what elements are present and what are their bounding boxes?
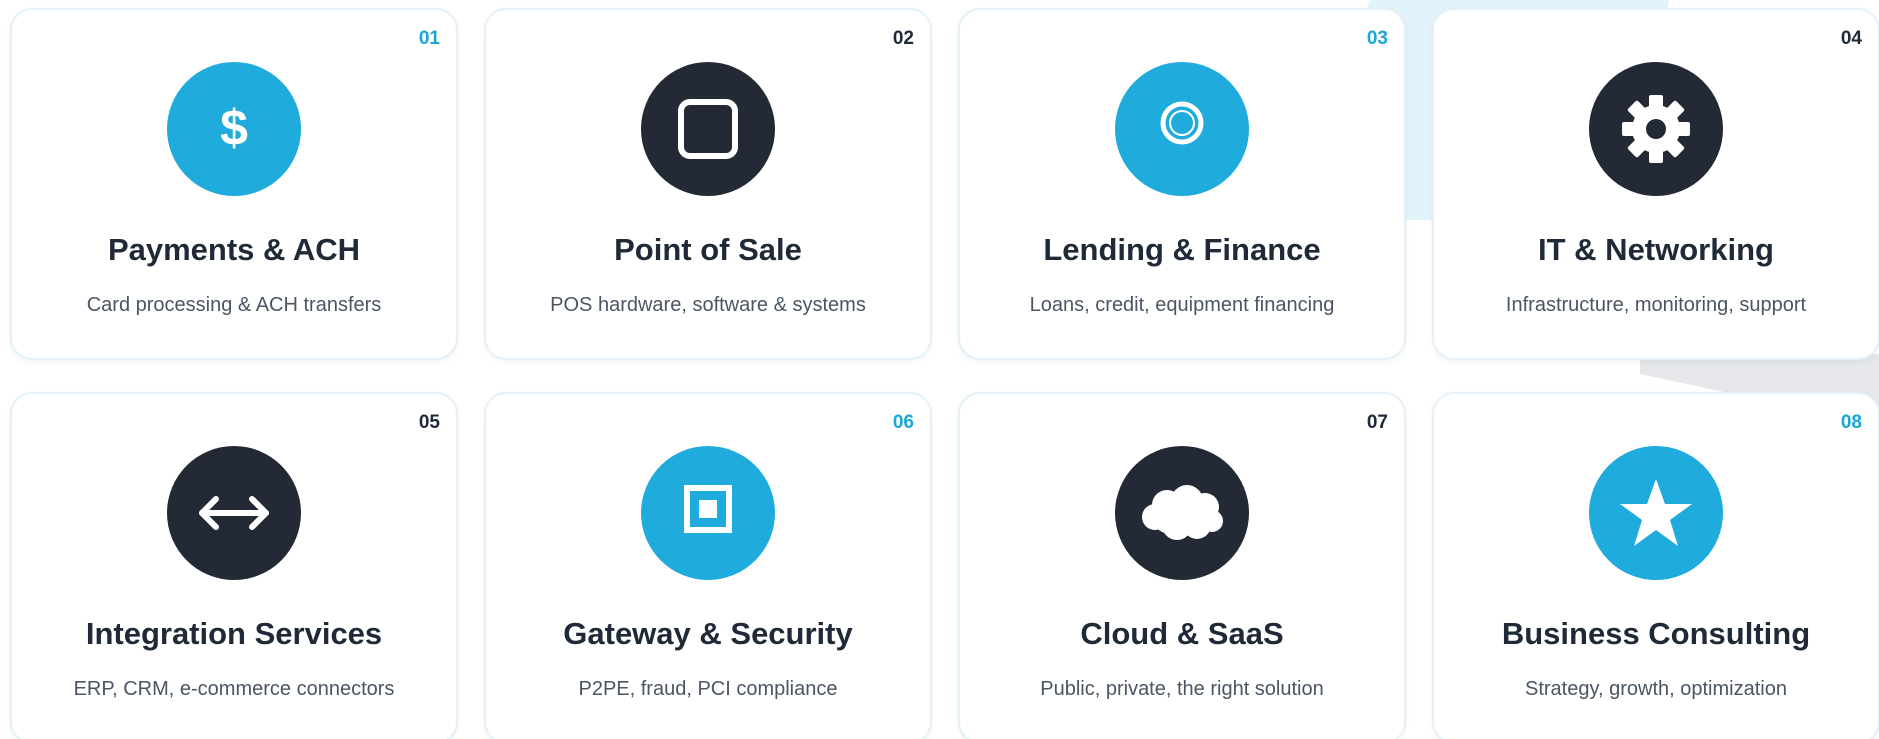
card-title: Cloud & SaaS (1080, 616, 1284, 651)
service-card-business-consulting[interactable]: 08 Business Consulting Strategy, growth,… (1432, 392, 1879, 739)
card-description: Strategy, growth, optimization (1525, 678, 1787, 700)
cloud-icon (1115, 446, 1249, 580)
service-card-gateway-security[interactable]: 06 Gateway & Security P2PE, fraud, PCI c… (484, 392, 932, 739)
card-title: Lending & Finance (1043, 232, 1321, 267)
card-number: 04 (1840, 28, 1862, 49)
service-card-integration[interactable]: 05 Integration Services ERP, CRM, e-comm… (10, 392, 458, 739)
card-number: 06 (892, 412, 914, 433)
service-card-cloud-saas[interactable]: 07 Cloud & SaaS Public, private, the rig… (958, 392, 1406, 739)
svg-text:$: $ (220, 100, 248, 156)
square-icon (641, 62, 775, 196)
card-number: 01 (418, 28, 440, 49)
card-description: POS hardware, software & systems (550, 294, 866, 316)
dollar-icon: $ (167, 62, 301, 196)
card-number: 07 (1366, 412, 1388, 433)
card-description: Public, private, the right solution (1040, 678, 1324, 700)
card-title: Integration Services (85, 616, 383, 651)
services-section: 01 $ Payments & ACH Card processing & AC… (0, 0, 1879, 739)
card-number: 08 (1840, 412, 1862, 433)
card-description: ERP, CRM, e-commerce connectors (73, 678, 395, 700)
card-number: 05 (418, 412, 440, 433)
card-description: Card processing & ACH transfers (86, 294, 382, 316)
card-number: 02 (892, 28, 914, 49)
service-card-it-networking[interactable]: 04 IT & Networking Infrastructure, monit… (1432, 8, 1879, 360)
card-title: Payments & ACH (107, 232, 361, 267)
card-number: 03 (1366, 28, 1388, 49)
shield-square-icon (641, 446, 775, 580)
card-description: Infrastructure, monitoring, support (1505, 294, 1807, 316)
card-title: Business Consulting (1501, 616, 1811, 651)
star-icon (1589, 446, 1723, 580)
card-description: Loans, credit, equipment financing (1029, 294, 1335, 316)
service-card-point-of-sale[interactable]: 02 Point of Sale POS hardware, software … (484, 8, 932, 360)
card-description: P2PE, fraud, PCI compliance (578, 678, 838, 700)
card-title: Gateway & Security (563, 616, 853, 651)
services-grid: 01 $ Payments & ACH Card processing & AC… (10, 8, 1879, 739)
service-card-lending[interactable]: 03 Lending & Finance Loans, credit, equi… (958, 8, 1406, 360)
card-title: Point of Sale (614, 232, 802, 267)
service-card-payments[interactable]: 01 $ Payments & ACH Card processing & AC… (10, 8, 458, 360)
ring-icon (1115, 62, 1249, 196)
gear-icon (1589, 62, 1723, 196)
arrows-horizontal-icon (167, 446, 301, 580)
card-title: IT & Networking (1538, 232, 1774, 267)
